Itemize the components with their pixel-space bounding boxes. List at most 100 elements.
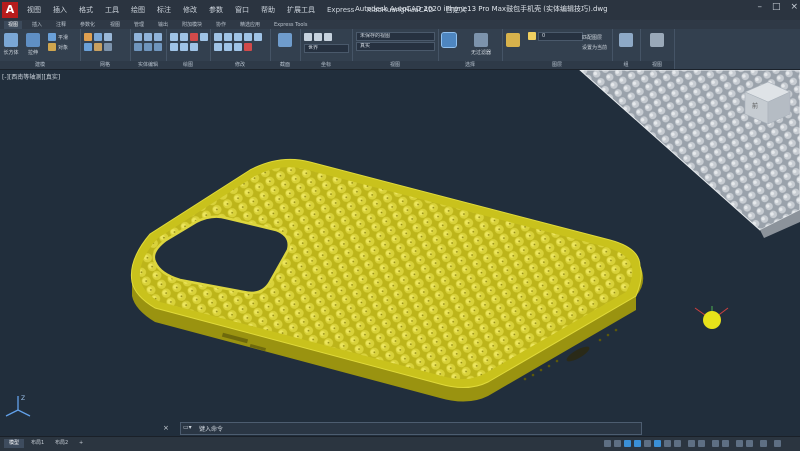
match-layer-label[interactable]: 匹配图层 bbox=[582, 34, 602, 41]
arc-icon[interactable] bbox=[200, 33, 208, 41]
hardware-acceleration-icon[interactable] bbox=[746, 440, 753, 447]
visual-style-dropdown[interactable]: 真实 bbox=[356, 42, 435, 51]
isolate-objects-icon[interactable] bbox=[736, 440, 743, 447]
command-close-icon[interactable]: × bbox=[163, 424, 169, 432]
base-view-button[interactable] bbox=[648, 31, 666, 59]
intersect-icon[interactable] bbox=[154, 33, 162, 41]
viewport-controls-label[interactable]: [-][西南等轴测][真实] bbox=[2, 72, 60, 81]
light-marker-icon[interactable] bbox=[694, 306, 729, 329]
command-line[interactable]: ▭▾ 键入命令 bbox=[180, 422, 642, 435]
menu-item[interactable]: 视图 bbox=[22, 3, 46, 17]
layer-dropdown[interactable]: 0 bbox=[538, 32, 583, 41]
quick-properties-icon[interactable] bbox=[722, 440, 729, 447]
mesh-smooth-icon[interactable] bbox=[104, 33, 112, 41]
mirror-icon[interactable] bbox=[244, 33, 252, 41]
group-button[interactable] bbox=[617, 31, 635, 59]
grid-icon[interactable] bbox=[614, 440, 621, 447]
polar-icon[interactable] bbox=[644, 440, 651, 447]
menu-item[interactable]: 扩展工具 bbox=[282, 3, 320, 17]
mesh-split-icon[interactable] bbox=[104, 43, 112, 51]
spline-icon[interactable] bbox=[180, 43, 188, 51]
scale-icon[interactable] bbox=[254, 33, 262, 41]
menu-item[interactable]: 窗口 bbox=[230, 3, 254, 17]
autocad-logo-icon[interactable]: A bbox=[2, 2, 18, 18]
mesh-icon[interactable] bbox=[84, 33, 92, 41]
tab-manage[interactable]: 管理 bbox=[130, 21, 148, 29]
section-plane-button[interactable] bbox=[276, 31, 294, 59]
phone-case-model[interactable] bbox=[130, 158, 644, 402]
rectangle-icon[interactable] bbox=[170, 43, 178, 51]
ortho-icon[interactable] bbox=[634, 440, 641, 447]
tab-home[interactable]: 视图 bbox=[4, 21, 23, 29]
copy-icon[interactable] bbox=[234, 33, 242, 41]
array-icon[interactable] bbox=[214, 43, 222, 51]
shell-icon[interactable] bbox=[134, 43, 142, 51]
fillet-edge-icon[interactable] bbox=[154, 43, 162, 51]
tab-layout2[interactable]: 布局2 bbox=[50, 439, 73, 448]
box-button[interactable]: 长方体 bbox=[2, 31, 20, 59]
tab-addins[interactable]: 附加模块 bbox=[178, 21, 206, 29]
ucs-axis-icon[interactable] bbox=[324, 33, 332, 41]
fillet-icon[interactable] bbox=[234, 43, 242, 51]
ucs-dropdown[interactable]: 世界 bbox=[304, 44, 349, 53]
menu-item[interactable]: 标注 bbox=[152, 3, 176, 17]
model-space-icon[interactable] bbox=[604, 440, 611, 447]
polyline-icon[interactable] bbox=[180, 33, 188, 41]
smooth-icon[interactable] bbox=[48, 33, 56, 41]
union-icon[interactable] bbox=[134, 33, 142, 41]
ucs-origin-icon[interactable] bbox=[314, 33, 322, 41]
clean-screen-icon[interactable] bbox=[760, 440, 767, 447]
tab-view[interactable]: 视图 bbox=[106, 21, 124, 29]
command-input[interactable]: 键入命令 bbox=[199, 424, 223, 433]
object-icon[interactable] bbox=[48, 43, 56, 51]
customization-icon[interactable] bbox=[774, 440, 781, 447]
menu-item[interactable]: 绘图 bbox=[126, 3, 150, 17]
menu-item[interactable]: 插入 bbox=[48, 3, 72, 17]
menu-item[interactable]: 工具 bbox=[100, 3, 124, 17]
osnap-icon[interactable] bbox=[654, 440, 661, 447]
culling-button[interactable] bbox=[440, 31, 458, 59]
extrude-button[interactable]: 拉伸 bbox=[24, 31, 42, 59]
tab-collaborate[interactable]: 协作 bbox=[212, 21, 230, 29]
menu-item[interactable]: Express bbox=[322, 3, 359, 17]
snap-icon[interactable] bbox=[624, 440, 631, 447]
tab-express-tools[interactable]: Express Tools bbox=[270, 21, 311, 29]
menu-item[interactable]: 修改 bbox=[178, 3, 202, 17]
trim-icon[interactable] bbox=[224, 43, 232, 51]
rotate-icon[interactable] bbox=[224, 33, 232, 41]
maximize-button[interactable]: □ bbox=[772, 2, 781, 12]
mesh-crease-icon[interactable] bbox=[84, 43, 92, 51]
tab-featured-apps[interactable]: 精选应用 bbox=[236, 21, 264, 29]
tab-insert[interactable]: 插入 bbox=[28, 21, 46, 29]
drawing-viewport[interactable]: 前 Z [-][西南等轴测][真实] × ▭▾ 键入命令 bbox=[0, 70, 800, 436]
subtract-icon[interactable] bbox=[144, 33, 152, 41]
otrack-icon[interactable] bbox=[664, 440, 671, 447]
tab-parametric[interactable]: 参数化 bbox=[76, 21, 99, 29]
circle-icon[interactable] bbox=[190, 33, 198, 41]
tab-output[interactable]: 输出 bbox=[154, 21, 172, 29]
line-icon[interactable] bbox=[170, 33, 178, 41]
mesh-box-icon[interactable] bbox=[94, 33, 102, 41]
menu-item[interactable]: 参数 bbox=[204, 3, 228, 17]
add-layout-button[interactable]: + bbox=[74, 439, 88, 448]
lineweight-icon[interactable] bbox=[674, 440, 681, 447]
tab-layout1[interactable]: 布局1 bbox=[26, 439, 49, 448]
tab-model[interactable]: 模型 bbox=[4, 439, 25, 448]
move-icon[interactable] bbox=[214, 33, 222, 41]
mesh-refine-icon[interactable] bbox=[94, 43, 102, 51]
ellipse-icon[interactable] bbox=[190, 43, 198, 51]
workspace-gear-icon[interactable] bbox=[698, 440, 705, 447]
ucs-icon[interactable] bbox=[304, 33, 312, 41]
units-icon[interactable] bbox=[712, 440, 719, 447]
slice-icon[interactable] bbox=[144, 43, 152, 51]
make-current-label[interactable]: 设置为当前 bbox=[582, 44, 607, 51]
annotation-scale-icon[interactable] bbox=[688, 440, 695, 447]
tab-annotate[interactable]: 注释 bbox=[52, 21, 70, 29]
layer-on-icon[interactable] bbox=[528, 32, 536, 40]
no-filter-button[interactable]: 无过滤器 bbox=[464, 31, 498, 59]
erase-icon[interactable] bbox=[244, 43, 252, 51]
minimize-button[interactable]: – bbox=[757, 2, 762, 12]
layer-properties-button[interactable] bbox=[504, 31, 522, 59]
menu-item[interactable]: 格式 bbox=[74, 3, 98, 17]
menu-item[interactable]: 帮助 bbox=[256, 3, 280, 17]
